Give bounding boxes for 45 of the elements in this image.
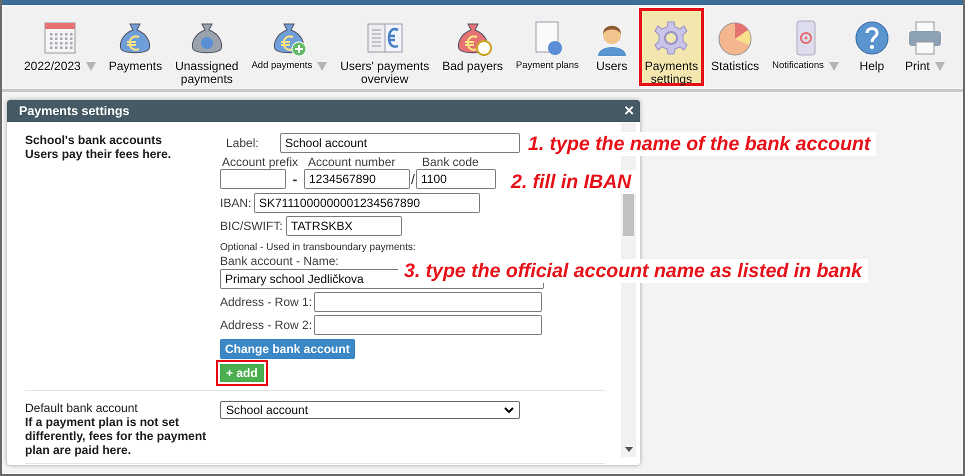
toolbar-button[interactable]: Payments settings [638, 8, 704, 86]
dialog-title: Payments settings [19, 104, 130, 118]
toolbar-button[interactable]: Statistics [705, 8, 766, 86]
toolbar-button[interactable]: 2022/2023 [18, 8, 102, 86]
chevron-down-icon [504, 406, 514, 414]
input-field[interactable]: TATRSKBX [286, 216, 402, 236]
field-label: Account number [308, 156, 396, 169]
toolbar-button[interactable]: Notifications [766, 8, 845, 86]
section-description: Users pay their fees here. [25, 147, 172, 161]
section-title: Default bank account [25, 401, 139, 415]
toolbar-button[interactable]: Users [586, 8, 638, 86]
field-label: Label: [225, 136, 260, 150]
field-label: IBAN: [220, 196, 252, 210]
field-label: Address - Row 2: [220, 318, 314, 332]
input-field[interactable] [314, 315, 542, 335]
section-description: If a payment plan is not set differently, fees for the payment plan are paid here. [25, 415, 208, 457]
toolbar-button[interactable]: Users' payments overview [334, 8, 436, 86]
scrollbar-thumb[interactable] [623, 192, 634, 236]
input-field[interactable]: SK7111000000001234567890 [254, 193, 480, 213]
field-label: Bank account - Name: [220, 255, 339, 268]
close-button[interactable]: × [624, 103, 634, 119]
field-label: BIC/SWIFT: [220, 219, 284, 233]
toolbar-button[interactable]: Payments [102, 8, 168, 86]
input-field[interactable]: School account [280, 133, 520, 153]
field-label: Bank code [422, 156, 479, 169]
account-select[interactable]: School account [220, 401, 520, 419]
annotation-tooltip: 3. type the official account name as listed in bank [398, 259, 868, 283]
toolbar-button[interactable]: Add payments [245, 8, 334, 86]
field-label: Account prefix [222, 156, 300, 169]
separator-text: / [410, 171, 416, 187]
toolbar-button[interactable]: Bad payers [436, 8, 509, 86]
input-field[interactable] [220, 169, 286, 189]
input-field[interactable]: 1234567890 [304, 169, 410, 189]
toolbar-button[interactable]: Unassigned payments [169, 8, 244, 86]
section-title: School's bank accounts [25, 133, 163, 147]
scroll-down-icon[interactable] [625, 447, 633, 452]
change-account-button[interactable]: Change bank account [220, 339, 355, 359]
toolbar-button[interactable]: Payment plans [510, 8, 585, 86]
separator-text: - [292, 171, 298, 187]
input-field[interactable] [314, 292, 542, 312]
toolbar-button[interactable]: Print [898, 8, 951, 86]
toolbar-button[interactable]: Help [846, 8, 898, 86]
input-field[interactable]: 1100 [416, 169, 496, 189]
optional-note: Optional - Used in transboundary payments: [220, 242, 416, 253]
field-label: Address - Row 1: [220, 295, 314, 309]
